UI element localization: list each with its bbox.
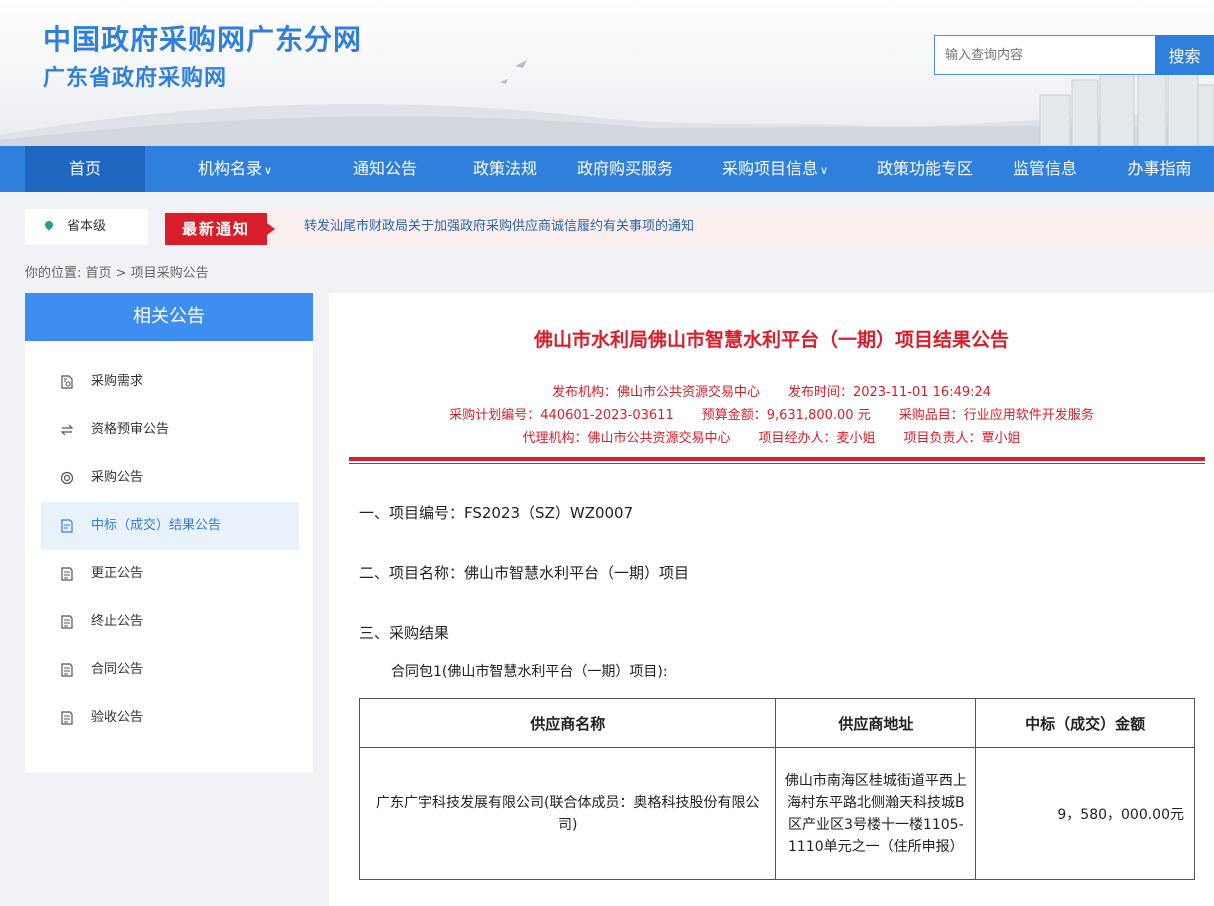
divider [349, 463, 1205, 464]
award-amount-cell: 9，580，000.00元 [975, 747, 1195, 880]
sidebar-item-label: 资格预审公告 [91, 422, 170, 437]
meta-plan-no: 采购计划编号：440601-2023-03611 [449, 408, 674, 423]
nav-label: 政策功能专区 [876, 159, 973, 178]
nav-label: 通知公告 [352, 159, 417, 178]
nav-institutions[interactable]: 机构名录 ∨ [170, 146, 300, 192]
nav-guide[interactable]: 办事指南 [1105, 146, 1214, 192]
nav-supervision[interactable]: 监管信息 [985, 146, 1105, 192]
meta-budget: 预算金额：9,631,800.00 元 [701, 408, 871, 423]
table-row: 广东广宇科技发展有限公司(联合体成员：奥格科技股份有限公司) 佛山市南海区桂城街… [358, 747, 1195, 880]
nav-label: 办事指南 [1127, 159, 1192, 178]
sidebar-item-label: 采购需求 [91, 374, 144, 389]
document-icon [61, 519, 73, 533]
sidebar-item-contract[interactable]: 合同公告 [41, 646, 299, 694]
nav-policies[interactable]: 政策法规 [445, 146, 565, 192]
notice-tag: 最新通知 [165, 213, 275, 245]
meta-category: 采购品目：行业应用软件开发服务 [898, 408, 1094, 423]
meta-publisher: 发布机构：佛山市公共资源交易中心 [551, 385, 760, 400]
sidebar-item-correction[interactable]: 更正公告 [41, 550, 299, 598]
nav-label: 政策法规 [472, 159, 537, 178]
supplier-name-cell: 广东广宇科技发展有限公司(联合体成员：奥格科技股份有限公司) [358, 747, 777, 880]
column-header: 供应商名称 [358, 698, 777, 748]
column-header: 中标（成交）金额 [975, 698, 1195, 748]
site-subtitle: 广东省政府采购网 [43, 66, 228, 91]
region-selector[interactable]: 省本级 [25, 209, 148, 245]
meta-handler: 项目经办人：麦小姐 [758, 431, 876, 446]
breadcrumb: 你的位置: 首页 > 项目采购公告 [25, 266, 209, 281]
site-title: 中国政府采购网广东分网 [43, 23, 363, 56]
nav-label: 政府购买服务 [576, 159, 673, 178]
nav-home[interactable]: 首页 [25, 146, 145, 192]
supplier-address-cell: 佛山市南海区桂城街道平西上海村东平路北侧瀚天科技城B区产业区3号楼十一楼1105… [775, 747, 977, 880]
nav-notices[interactable]: 通知公告 [325, 146, 445, 192]
document-icon [61, 615, 73, 629]
site-header: 中国政府采购网广东分网 广东省政府采购网 搜索 [0, 0, 1214, 146]
location-pin-icon [43, 219, 55, 231]
section-project-number: 一、项目编号：FS2023（SZ）WZ0007 [359, 504, 634, 522]
article-meta-row3: 代理机构：佛山市公共资源交易中心 项目经办人：麦小姐 项目负责人：覃小姐 [329, 427, 1214, 446]
sidebar-item-acceptance[interactable]: 验收公告 [41, 694, 299, 742]
article-title: 佛山市水利局佛山市智慧水利平台（一期）项目结果公告 [533, 329, 1009, 351]
sidebar: 相关公告 采购需求 资格预审公告 采购公告 中标（成交）结果公告 更正公告 终止… [25, 293, 313, 773]
nav-label: 首页 [68, 159, 101, 178]
notice-bar: 最新通知 转发汕尾市财政局关于加强政府采购供应商诚信履约有关事项的通知 [165, 209, 1214, 245]
meta-manager: 项目负责人：覃小姐 [903, 431, 1021, 446]
meta-agency: 代理机构：佛山市公共资源交易中心 [522, 431, 731, 446]
document-icon [61, 567, 73, 581]
nav-label: 采购项目信息 [721, 159, 818, 178]
sidebar-title: 相关公告 [25, 293, 313, 341]
sidebar-item-label: 合同公告 [91, 662, 144, 677]
nav-project-info[interactable]: 采购项目信息 ∨ [700, 146, 850, 192]
sidebar-item-procurement[interactable]: 采购公告 [41, 454, 299, 502]
sidebar-item-termination[interactable]: 终止公告 [41, 598, 299, 646]
article-panel: 佛山市水利局佛山市智慧水利平台（一期）项目结果公告 发布机构：佛山市公共资源交易… [329, 293, 1214, 906]
section-project-name: 二、项目名称：佛山市智慧水利平台（一期）项目 [359, 564, 690, 582]
result-table: 供应商名称 供应商地址 中标（成交）金额 广东广宇科技发展有限公司(联合体成员：… [358, 698, 1195, 880]
nav-policy-zone[interactable]: 政策功能专区 [865, 146, 985, 192]
divider [349, 457, 1205, 461]
chevron-down-icon: ∨ [819, 164, 829, 177]
section-result-heading: 三、采购结果 [359, 624, 450, 642]
document-icon [61, 711, 73, 725]
sidebar-item-requirements[interactable]: 采购需求 [41, 358, 299, 406]
sidebar-item-award-result[interactable]: 中标（成交）结果公告 [41, 502, 299, 550]
column-header: 供应商地址 [775, 698, 977, 748]
chevron-down-icon: ∨ [263, 164, 273, 177]
nav-label: 机构名录 [197, 159, 262, 178]
document-icon [61, 663, 73, 677]
sidebar-item-label: 更正公告 [91, 566, 144, 581]
meta-publish-time: 发布时间：2023-11-01 16:49:24 [787, 385, 992, 400]
package-label: 合同包1(佛山市智慧水利平台（一期）项目): [391, 664, 668, 680]
sidebar-item-prequalification[interactable]: 资格预审公告 [41, 406, 299, 454]
sidebar-item-label: 终止公告 [91, 614, 144, 629]
notice-link[interactable]: 转发汕尾市财政局关于加强政府采购供应商诚信履约有关事项的通知 [304, 209, 694, 245]
sidebar-item-label: 验收公告 [91, 710, 144, 725]
article-meta-row1: 发布机构：佛山市公共资源交易中心 发布时间：2023-11-01 16:49:24 [329, 381, 1214, 400]
nav-gov-services[interactable]: 政府购买服务 [565, 146, 685, 192]
sidebar-item-label: 采购公告 [91, 470, 144, 485]
article-meta-row2: 采购计划编号：440601-2023-03611 预算金额：9,631,800.0… [329, 404, 1214, 423]
region-label: 省本级 [67, 219, 107, 234]
sidebar-item-label: 中标（成交）结果公告 [91, 518, 222, 533]
main-nav: 首页 机构名录 ∨ 通知公告 政策法规 政府购买服务 采购项目信息 ∨ 政策功能专区… [0, 146, 1214, 192]
nav-label: 监管信息 [1012, 159, 1077, 178]
document-search-icon [61, 375, 73, 389]
swap-icon [60, 424, 74, 436]
search-input[interactable] [934, 35, 1156, 75]
target-icon [60, 471, 74, 485]
search-button[interactable]: 搜索 [1155, 35, 1214, 75]
